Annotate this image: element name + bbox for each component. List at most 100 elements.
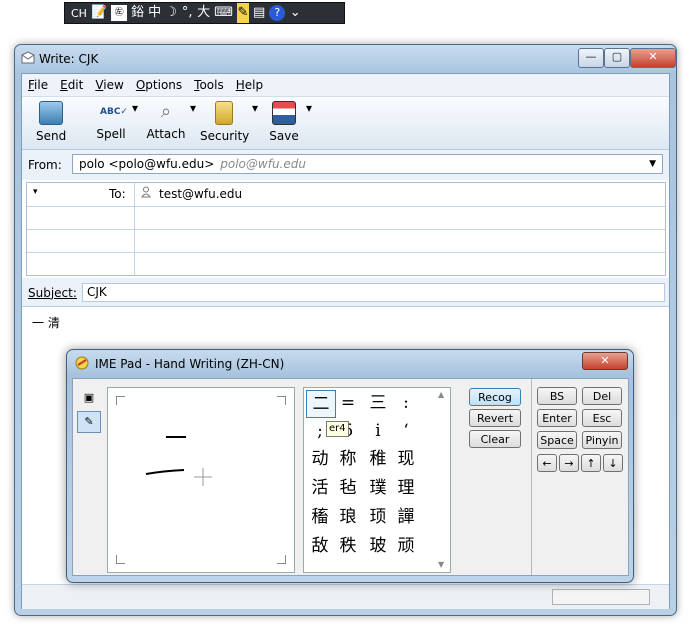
candidate-char[interactable]: 譂 [392, 504, 420, 530]
ime-pad-icon[interactable]: ✎ [236, 3, 249, 23]
subject-input[interactable]: CJK [82, 283, 665, 302]
candidate-char[interactable]: 现 [392, 446, 420, 472]
large-char-icon[interactable]: 大 [197, 3, 210, 23]
candidate-tooltip: er4 [326, 421, 349, 437]
recog-button[interactable]: Recog [469, 388, 521, 406]
candidate-char[interactable]: 三 [364, 390, 392, 416]
candidate-char[interactable]: 顼 [364, 504, 392, 530]
ime-close-button[interactable]: ✕ [582, 352, 628, 370]
save-dropdown-icon[interactable]: ▾ [306, 101, 312, 115]
traditional-icon[interactable]: 鋊 [131, 3, 144, 23]
maximize-button[interactable]: ▢ [604, 48, 630, 68]
right-arrow-icon[interactable]: → [559, 454, 579, 472]
language-indicator[interactable]: CH [71, 7, 87, 20]
enter-key[interactable]: Enter [537, 409, 577, 427]
candidate-char[interactable]: ‘ [392, 418, 420, 444]
candidate-char[interactable]: = [334, 390, 362, 416]
attach-dropdown-icon[interactable]: ▾ [190, 101, 196, 115]
candidate-char[interactable]: 二 [306, 390, 336, 418]
from-select[interactable]: polo <polo@wfu.edu> polo@wfu.edu ▼ [72, 154, 663, 174]
menu-view[interactable]: View [89, 78, 129, 92]
security-label: Security [200, 129, 250, 143]
pad-switch-icon[interactable]: ▣ [77, 387, 101, 409]
conversion-icon[interactable]: ㊧ [111, 5, 128, 21]
chevron-down-icon: ▼ [649, 159, 656, 169]
half-width-icon[interactable]: ☽ [165, 3, 177, 23]
from-value: polo <polo@wfu.edu> [79, 157, 215, 171]
pinyin-key[interactable]: Pinyin [582, 431, 622, 449]
ime-pad-client: ▣ ✎ 二 = 三 : ; 5 i ‘ er4 动 称 [72, 378, 629, 576]
revert-button[interactable]: Revert [469, 409, 521, 427]
candidate-char[interactable]: 动 [306, 446, 334, 472]
scroll-down-button[interactable]: ▼ [438, 560, 448, 569]
up-arrow-icon[interactable]: ↑ [581, 454, 601, 472]
send-label: Send [36, 129, 67, 143]
candidate-char[interactable]: 毡 [334, 475, 362, 501]
help-icon[interactable]: ? [269, 5, 286, 21]
candidate-char[interactable]: 顽 [392, 533, 420, 559]
candidate-char[interactable]: : [392, 390, 420, 416]
window-title: Write: CJK [39, 52, 99, 66]
options-chevron-icon[interactable]: ⌄ [289, 3, 301, 23]
address-row-empty[interactable] [27, 229, 665, 253]
candidate-char[interactable]: i [364, 418, 392, 444]
chinese-mode-icon[interactable]: 中 [148, 3, 161, 23]
candidate-char[interactable]: 璞 [364, 475, 392, 501]
handwriting-icon[interactable]: ✎ [77, 411, 101, 433]
menu-options[interactable]: Options [130, 78, 188, 92]
punctuation-icon[interactable]: °, [181, 3, 193, 23]
down-arrow-icon[interactable]: ↓ [603, 454, 623, 472]
spell-button[interactable]: ABC✓ Spell [94, 101, 128, 141]
candidate-char[interactable]: 稸 [306, 504, 334, 530]
from-label: From: [28, 158, 62, 172]
candidate-char[interactable]: 敌 [306, 533, 334, 559]
minimize-button[interactable]: — [578, 48, 604, 68]
spell-dropdown-icon[interactable]: ▾ [132, 101, 138, 115]
toolbar: Send ABC✓ Spell ▾ ⌕ Attach ▾ Security ▾ … [22, 97, 669, 150]
paperclip-icon: ⌕ [160, 101, 172, 122]
security-button[interactable]: Security [200, 101, 250, 143]
attach-button[interactable]: ⌕ Attach [144, 101, 188, 141]
send-button[interactable]: Send [36, 101, 66, 143]
address-row-empty[interactable] [27, 206, 665, 230]
left-arrow-icon[interactable]: ← [537, 454, 557, 472]
menu-edit[interactable]: Edit [54, 78, 89, 92]
save-label: Save [269, 129, 299, 143]
backspace-key[interactable]: BS [537, 387, 577, 405]
ime-pad-icon [75, 356, 89, 370]
candidate-char[interactable]: 稚 [364, 446, 392, 472]
properties-icon[interactable]: ▤ [253, 3, 265, 23]
floppy-disk-icon [272, 101, 296, 125]
candidate-char[interactable]: 理 [392, 475, 420, 501]
menu-tools[interactable]: Tools [188, 78, 230, 92]
save-button[interactable]: Save [266, 101, 302, 143]
to-recipient[interactable]: test@wfu.edu [159, 187, 242, 201]
address-row-empty[interactable] [27, 252, 665, 275]
spell-check-icon: ABC✓ [100, 107, 128, 117]
delete-key[interactable]: Del [582, 387, 622, 405]
esc-key[interactable]: Esc [582, 409, 622, 427]
candidate-list: 二 = 三 : ; 5 i ‘ er4 动 称 稚 现 活 毡 璞 理 稸 琅 … [303, 387, 451, 573]
menu-file[interactable]: File [22, 78, 54, 92]
clear-button[interactable]: Clear [469, 430, 521, 448]
candidate-char[interactable]: 玻 [364, 533, 392, 559]
from-hint: polo@wfu.edu [220, 157, 306, 171]
candidate-char[interactable]: 琅 [334, 504, 362, 530]
candidate-char[interactable]: 秩 [334, 533, 362, 559]
candidate-char[interactable]: 称 [334, 446, 362, 472]
subject-row: Subject: CJK [22, 278, 669, 307]
soft-keyboard-icon[interactable]: ⌨ [214, 3, 233, 23]
address-row[interactable]: ▾ To: test@wfu.edu [27, 183, 665, 207]
handwriting-canvas[interactable] [107, 387, 295, 573]
status-bar [22, 584, 669, 609]
ime-mode-icon[interactable]: 📝 [91, 3, 107, 23]
candidate-char[interactable]: 活 [306, 475, 334, 501]
address-type-dropdown-icon[interactable]: ▾ [33, 187, 38, 197]
ime-pad-title: IME Pad - Hand Writing (ZH-CN) [95, 357, 285, 371]
close-button[interactable]: ✕ [630, 48, 676, 68]
space-key[interactable]: Space [537, 431, 577, 449]
security-dropdown-icon[interactable]: ▾ [252, 101, 258, 115]
scroll-up-button[interactable]: ▲ [438, 390, 448, 399]
message-body[interactable]: 一 清 [32, 314, 60, 331]
menu-help[interactable]: Help [230, 78, 269, 92]
